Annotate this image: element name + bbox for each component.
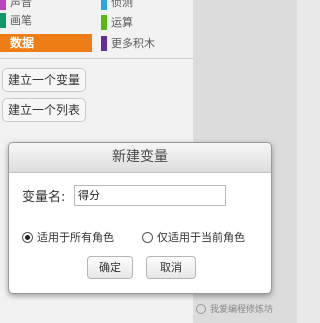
palette-divider xyxy=(0,58,193,59)
ok-button[interactable]: 确定 xyxy=(87,256,133,279)
category-color-bar xyxy=(101,36,107,51)
variable-name-input[interactable]: 得分 xyxy=(74,185,226,206)
option-this-sprite-label: 仅适用于当前角色 xyxy=(157,231,245,244)
variable-name-label: 变量名: xyxy=(22,190,66,205)
category-pen[interactable]: 画笔 xyxy=(0,13,90,28)
category-sensing[interactable]: 侦测 xyxy=(101,0,191,10)
make-list-button[interactable]: 建立一个列表 xyxy=(2,98,87,122)
category-label: 画笔 xyxy=(10,14,32,27)
watermark: 我爱编程修炼坊 xyxy=(196,302,273,315)
radio-checked-icon[interactable] xyxy=(22,231,33,243)
category-label: 数据 xyxy=(10,36,35,50)
option-this-sprite[interactable]: 仅适用于当前角色 xyxy=(142,229,245,245)
dialog-title: 新建变量 xyxy=(9,143,271,173)
category-color-bar xyxy=(0,0,6,10)
category-label: 更多积木 xyxy=(111,37,155,50)
category-label: 运算 xyxy=(111,16,133,29)
category-color-bar xyxy=(101,15,107,30)
category-label: 侦测 xyxy=(111,0,133,9)
category-data[interactable]: 数据 xyxy=(0,34,92,52)
new-variable-dialog: 新建变量 变量名: 得分 适用于所有角色 仅适用于当前角色 确定 取消 xyxy=(8,142,272,294)
watermark-text: 我爱编程修炼坊 xyxy=(210,305,274,315)
category-operators[interactable]: 运算 xyxy=(101,15,191,30)
cancel-button[interactable]: 取消 xyxy=(146,256,196,279)
option-all-sprites-label: 适用于所有角色 xyxy=(37,231,114,244)
radio-unchecked-icon[interactable] xyxy=(142,231,153,243)
category-label: 声音 xyxy=(10,0,32,9)
category-color-bar xyxy=(0,13,6,28)
category-more-blocks[interactable]: 更多积木 xyxy=(101,36,191,51)
wechat-icon xyxy=(196,303,206,314)
category-sound[interactable]: 声音 xyxy=(0,0,90,10)
option-all-sprites[interactable]: 适用于所有角色 xyxy=(22,229,114,245)
make-variable-button[interactable]: 建立一个变量 xyxy=(2,68,87,92)
category-color-bar xyxy=(101,0,107,10)
